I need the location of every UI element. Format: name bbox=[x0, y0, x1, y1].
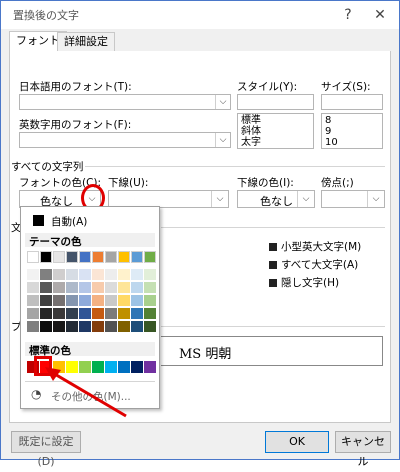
palette-icon: ◔ bbox=[31, 387, 42, 401]
chevron-down-icon[interactable]: ⌵ bbox=[367, 191, 384, 207]
list-item[interactable]: 斜体 bbox=[241, 126, 310, 137]
all-text-section-label: すべての文字列 bbox=[11, 161, 84, 173]
emphasis-dropdown[interactable]: ⌵ bbox=[321, 190, 385, 208]
hidden-label: 隠し文字(H) bbox=[281, 277, 340, 289]
checkbox-icon[interactable] bbox=[269, 261, 277, 269]
ok-button[interactable]: OK bbox=[265, 431, 329, 453]
section-divider bbox=[161, 227, 385, 228]
emphasis-label: 傍点(;) bbox=[321, 177, 354, 189]
small-caps-checkbox[interactable]: 小型英大文字(M) bbox=[269, 239, 361, 254]
section-divider bbox=[85, 166, 385, 167]
list-item[interactable]: 標準 bbox=[241, 115, 310, 126]
window-title: 置換後の文字 bbox=[13, 9, 79, 22]
small-caps-label: 小型英大文字(M) bbox=[281, 241, 362, 253]
underline-color-dropdown[interactable]: 色なし ⌵ bbox=[237, 190, 315, 208]
latin-font-combobox[interactable]: ⌵ bbox=[19, 132, 231, 148]
all-caps-checkbox[interactable]: すべて大文字(A) bbox=[269, 257, 358, 272]
size-label: サイズ(S): bbox=[321, 81, 371, 93]
size-list[interactable]: 8 9 10 bbox=[321, 113, 383, 149]
chevron-down-icon[interactable]: ⌵ bbox=[215, 133, 230, 147]
set-default-button[interactable]: 既定に設定(D) bbox=[11, 431, 81, 468]
help-button[interactable]: ? bbox=[337, 5, 359, 25]
all-caps-label: すべて大文字(A) bbox=[281, 259, 359, 271]
style-input[interactable] bbox=[237, 94, 314, 110]
jp-font-label: 日本語用のフォント(T): bbox=[19, 81, 132, 93]
tab-advanced[interactable]: 詳細設定 bbox=[57, 32, 115, 52]
arrow-icon bbox=[45, 367, 127, 418]
chevron-down-icon[interactable]: ⌵ bbox=[215, 95, 230, 109]
style-list[interactable]: 標準 斜体 太字 bbox=[237, 113, 314, 149]
preview-text: MS 明朝 bbox=[179, 347, 232, 362]
underline-label: 下線(U): bbox=[108, 177, 149, 189]
underline-color-value: 色なし bbox=[260, 195, 293, 208]
color-swatch[interactable] bbox=[131, 361, 143, 373]
chevron-down-icon[interactable]: ⌵ bbox=[211, 191, 228, 207]
color-swatch[interactable] bbox=[144, 361, 156, 373]
list-item[interactable]: 太字 bbox=[241, 137, 310, 148]
latin-font-label: 英数字用のフォント(F): bbox=[19, 119, 132, 131]
list-item[interactable]: 9 bbox=[325, 126, 379, 137]
size-input[interactable] bbox=[321, 94, 383, 110]
section-divider bbox=[161, 326, 385, 327]
chevron-down-icon[interactable]: ⌵ bbox=[297, 191, 314, 207]
cancel-button[interactable]: キャンセル bbox=[335, 431, 391, 468]
checkbox-icon[interactable] bbox=[269, 243, 277, 251]
close-button[interactable]: ✕ bbox=[369, 5, 391, 25]
checkbox-icon[interactable] bbox=[269, 279, 277, 287]
underline-color-label: 下線の色(I): bbox=[237, 177, 294, 189]
jp-font-combobox[interactable]: ⌵ bbox=[19, 94, 231, 110]
hidden-checkbox[interactable]: 隠し文字(H) bbox=[269, 275, 339, 290]
style-label: スタイル(Y): bbox=[237, 81, 298, 93]
list-item[interactable]: 10 bbox=[325, 137, 379, 148]
font-dialog: 置換後の文字 ? ✕ フォント 詳細設定 日本語用のフォント(T): ⌵ 英数字… bbox=[0, 0, 400, 468]
list-item[interactable]: 8 bbox=[325, 115, 379, 126]
